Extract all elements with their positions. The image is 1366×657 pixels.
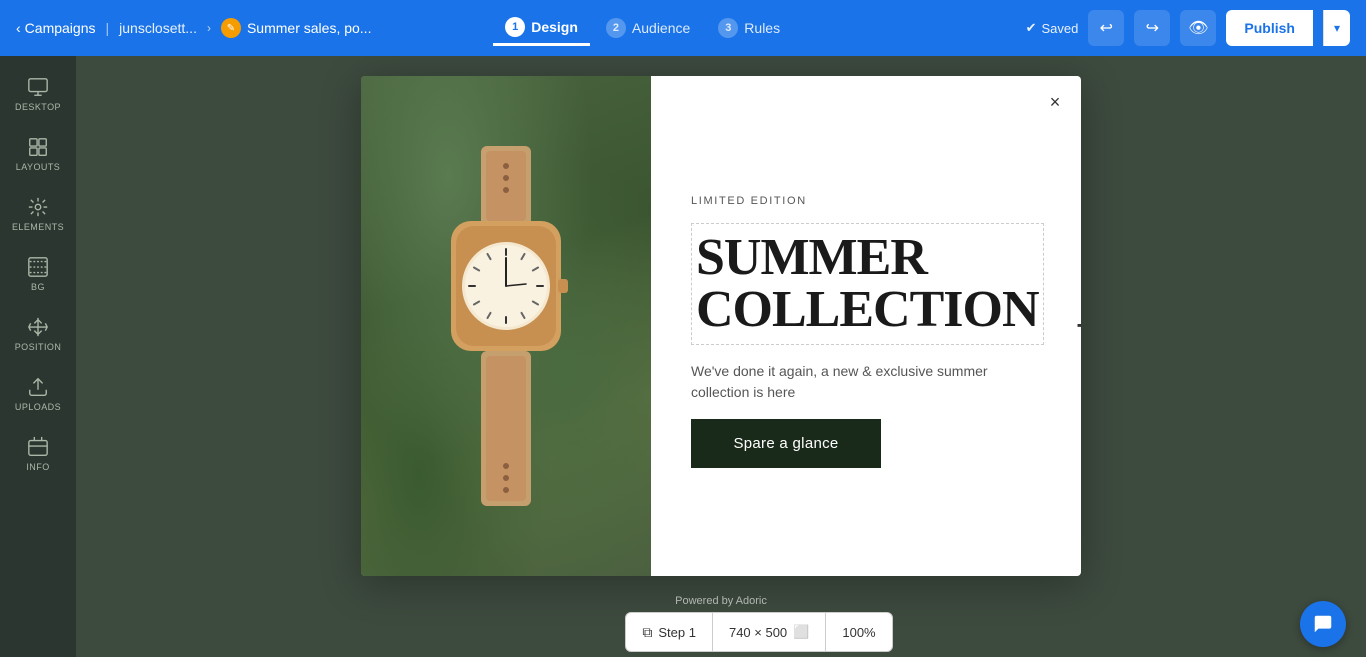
saved-status: ✔ Saved <box>1026 20 1079 36</box>
sidebar-label-elements: ELEMENTS <box>12 222 64 232</box>
sidebar-item-layouts[interactable]: LAYOUTS <box>2 126 74 182</box>
zoom-indicator[interactable]: 100% <box>826 613 891 651</box>
chat-icon <box>1312 613 1334 635</box>
nav-separator: | <box>106 20 110 36</box>
step-label: Step 1 <box>658 625 696 640</box>
step-icon: ⧉ <box>642 624 652 641</box>
step-design[interactable]: 1 Design <box>493 11 590 46</box>
popup-description: We've done it again, a new & exclusive s… <box>691 361 1001 403</box>
desktop-icon <box>27 76 49 98</box>
back-button[interactable]: ‹ Campaigns <box>16 20 96 36</box>
popup-close-button[interactable]: × <box>1041 88 1069 116</box>
popup-title-box[interactable]: SUMMER COLLECTION ✛ <box>691 223 1044 345</box>
checkmark-icon: ✔ <box>1026 20 1037 36</box>
elements-icon <box>27 196 49 218</box>
popup-modal: × <box>361 76 1081 576</box>
step-indicator[interactable]: ⧉ Step 1 <box>626 613 713 651</box>
breadcrumb-chevron-icon: › <box>207 21 211 35</box>
nav-right: ✔ Saved ↩ ↪ 👁 Publish ▾ <box>1026 10 1350 46</box>
top-nav: ‹ Campaigns | junsclosett... › ✎ Summer … <box>0 0 1366 56</box>
uploads-icon <box>27 376 49 398</box>
layouts-icon <box>27 136 49 158</box>
back-label: Campaigns <box>25 20 96 36</box>
dimensions-indicator: 740 × 500 ⬜ <box>713 613 826 651</box>
watch-svg <box>426 146 586 506</box>
popup-title: SUMMER COLLECTION ✛ <box>696 232 1039 336</box>
zoom-label: 100% <box>842 625 875 640</box>
popup-title-line1: SUMMER <box>696 232 1039 284</box>
bg-icon <box>27 256 49 278</box>
dimensions-label: 740 × 500 <box>729 625 787 640</box>
sidebar-label-layouts: LAYOUTS <box>16 162 61 172</box>
sidebar-item-position[interactable]: POSITION <box>2 306 74 362</box>
step-audience-label: Audience <box>632 20 690 36</box>
step-audience-num: 2 <box>606 18 626 38</box>
step-rules[interactable]: 3 Rules <box>706 12 792 44</box>
publish-button[interactable]: Publish <box>1226 10 1313 46</box>
popup-image-panel <box>361 76 651 576</box>
step-bar: ⧉ Step 1 740 × 500 ⬜ 100% <box>625 612 892 652</box>
redo-button[interactable]: ↪ <box>1134 10 1170 46</box>
page-badge: ✎ <box>221 18 241 38</box>
step-design-label: Design <box>531 19 578 35</box>
publish-dropdown-button[interactable]: ▾ <box>1323 10 1350 46</box>
page-title: Summer sales, po... <box>247 20 372 36</box>
dimensions-icon: ⬜ <box>793 624 809 640</box>
popup-eyebrow: LIMITED EDITION <box>691 195 1044 207</box>
current-page: ✎ Summer sales, po... <box>221 18 372 38</box>
sidebar-label-info: INFO <box>26 462 49 472</box>
move-cursor-icon: ✛ <box>1077 317 1081 335</box>
back-chevron-icon: ‹ <box>16 20 21 36</box>
chat-button[interactable] <box>1300 601 1346 647</box>
watch-image <box>361 76 651 576</box>
sidebar-item-desktop[interactable]: DESKTOP <box>2 66 74 122</box>
popup-cta-button[interactable]: Spare a glance <box>691 419 881 468</box>
bottom-bar: ⧉ Step 1 740 × 500 ⬜ 100% <box>152 607 1366 657</box>
sidebar-item-bg[interactable]: BG <box>2 246 74 302</box>
info-icon <box>27 436 49 458</box>
step-rules-num: 3 <box>718 18 738 38</box>
sidebar-label-uploads: UPLOADS <box>15 402 61 412</box>
step-design-num: 1 <box>505 17 525 37</box>
step-audience[interactable]: 2 Audience <box>594 12 702 44</box>
popup-content-panel: LIMITED EDITION SUMMER COLLECTION ✛ We'v… <box>651 76 1081 576</box>
preview-button[interactable]: 👁 <box>1180 10 1216 46</box>
sidebar-item-info[interactable]: INFO <box>2 426 74 482</box>
position-icon <box>27 316 49 338</box>
sidebar-label-bg: BG <box>31 282 45 292</box>
saved-label: Saved <box>1042 21 1079 36</box>
undo-button[interactable]: ↩ <box>1088 10 1124 46</box>
popup-title-line2: COLLECTION <box>696 284 1039 336</box>
main-canvas: × <box>76 56 1366 657</box>
step-rules-label: Rules <box>744 20 780 36</box>
step-nav: 1 Design 2 Audience 3 Rules <box>493 11 792 46</box>
sidebar-label-position: POSITION <box>15 342 62 352</box>
sidebar-item-elements[interactable]: ELEMENTS <box>2 186 74 242</box>
sidebar: DESKTOP LAYOUTS ELEMENTS BG POSITION UPL… <box>0 56 76 657</box>
sidebar-item-uploads[interactable]: UPLOADS <box>2 366 74 422</box>
powered-by-label: Powered by Adoric <box>675 595 767 607</box>
breadcrumb-item[interactable]: junsclosett... <box>119 20 197 36</box>
sidebar-label-desktop: DESKTOP <box>15 102 61 112</box>
